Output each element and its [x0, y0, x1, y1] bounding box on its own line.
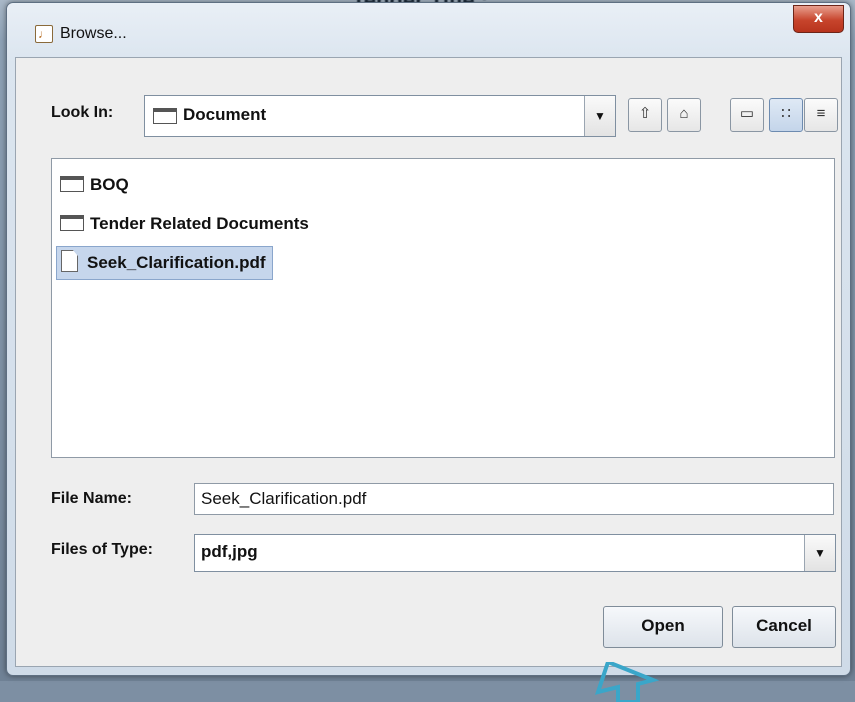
details-view-icon: ≡	[816, 105, 826, 122]
document-icon	[61, 250, 78, 272]
folder-icon	[153, 108, 177, 124]
look-in-value: Document	[183, 105, 267, 124]
chevron-down-icon[interactable]: ▼	[804, 535, 835, 571]
open-button[interactable]: Open	[603, 606, 723, 648]
file-list-item-boq[interactable]: BOQ	[56, 169, 135, 201]
files-of-type-label: Files of Type:	[51, 541, 153, 558]
chevron-down-icon[interactable]: ▼	[584, 96, 615, 136]
files-of-type-value: pdf,jpg	[201, 542, 258, 561]
up-folder-button[interactable]: ⇧	[628, 98, 662, 132]
new-folder-icon: ▭	[739, 105, 755, 122]
file-name-label: File Name:	[51, 490, 132, 507]
look-in-combo[interactable]: Document ▼	[144, 95, 616, 137]
details-view-button[interactable]: ≡	[804, 98, 838, 132]
dialog-content: Look In: Document ▼ ⇧ ⌂ ▭ ∷ ≡ BOQ Tender…	[15, 57, 842, 667]
files-of-type-combo[interactable]: pdf,jpg ▼	[194, 534, 836, 572]
pointer-arrow-icon	[594, 662, 660, 702]
cancel-button[interactable]: Cancel	[732, 606, 836, 648]
folder-icon	[60, 215, 84, 231]
folder-icon	[60, 176, 84, 192]
file-list-item-seek-clarification[interactable]: Seek_Clarification.pdf	[56, 246, 273, 280]
list-view-icon: ∷	[781, 105, 791, 122]
java-app-icon: ♩	[35, 25, 53, 43]
list-view-button[interactable]: ∷	[769, 98, 803, 132]
new-folder-button[interactable]: ▭	[730, 98, 764, 132]
title-bar[interactable]: ♩ Browse... x	[7, 3, 850, 63]
home-button[interactable]: ⌂	[667, 98, 701, 132]
browse-dialog: ♩ Browse... x Look In: Document ▼ ⇧ ⌂ ▭ …	[6, 2, 851, 676]
up-folder-icon: ⇧	[638, 105, 652, 122]
look-in-label: Look In:	[51, 104, 114, 121]
close-button[interactable]: x	[793, 5, 844, 33]
file-list[interactable]: BOQ Tender Related Documents Seek_Clarif…	[51, 158, 835, 458]
home-icon: ⌂	[679, 105, 689, 122]
dialog-title: Browse...	[60, 25, 127, 42]
file-list-item-tender-related-documents[interactable]: Tender Related Documents	[56, 208, 315, 240]
file-name-input[interactable]: Seek_Clarification.pdf	[194, 483, 834, 515]
